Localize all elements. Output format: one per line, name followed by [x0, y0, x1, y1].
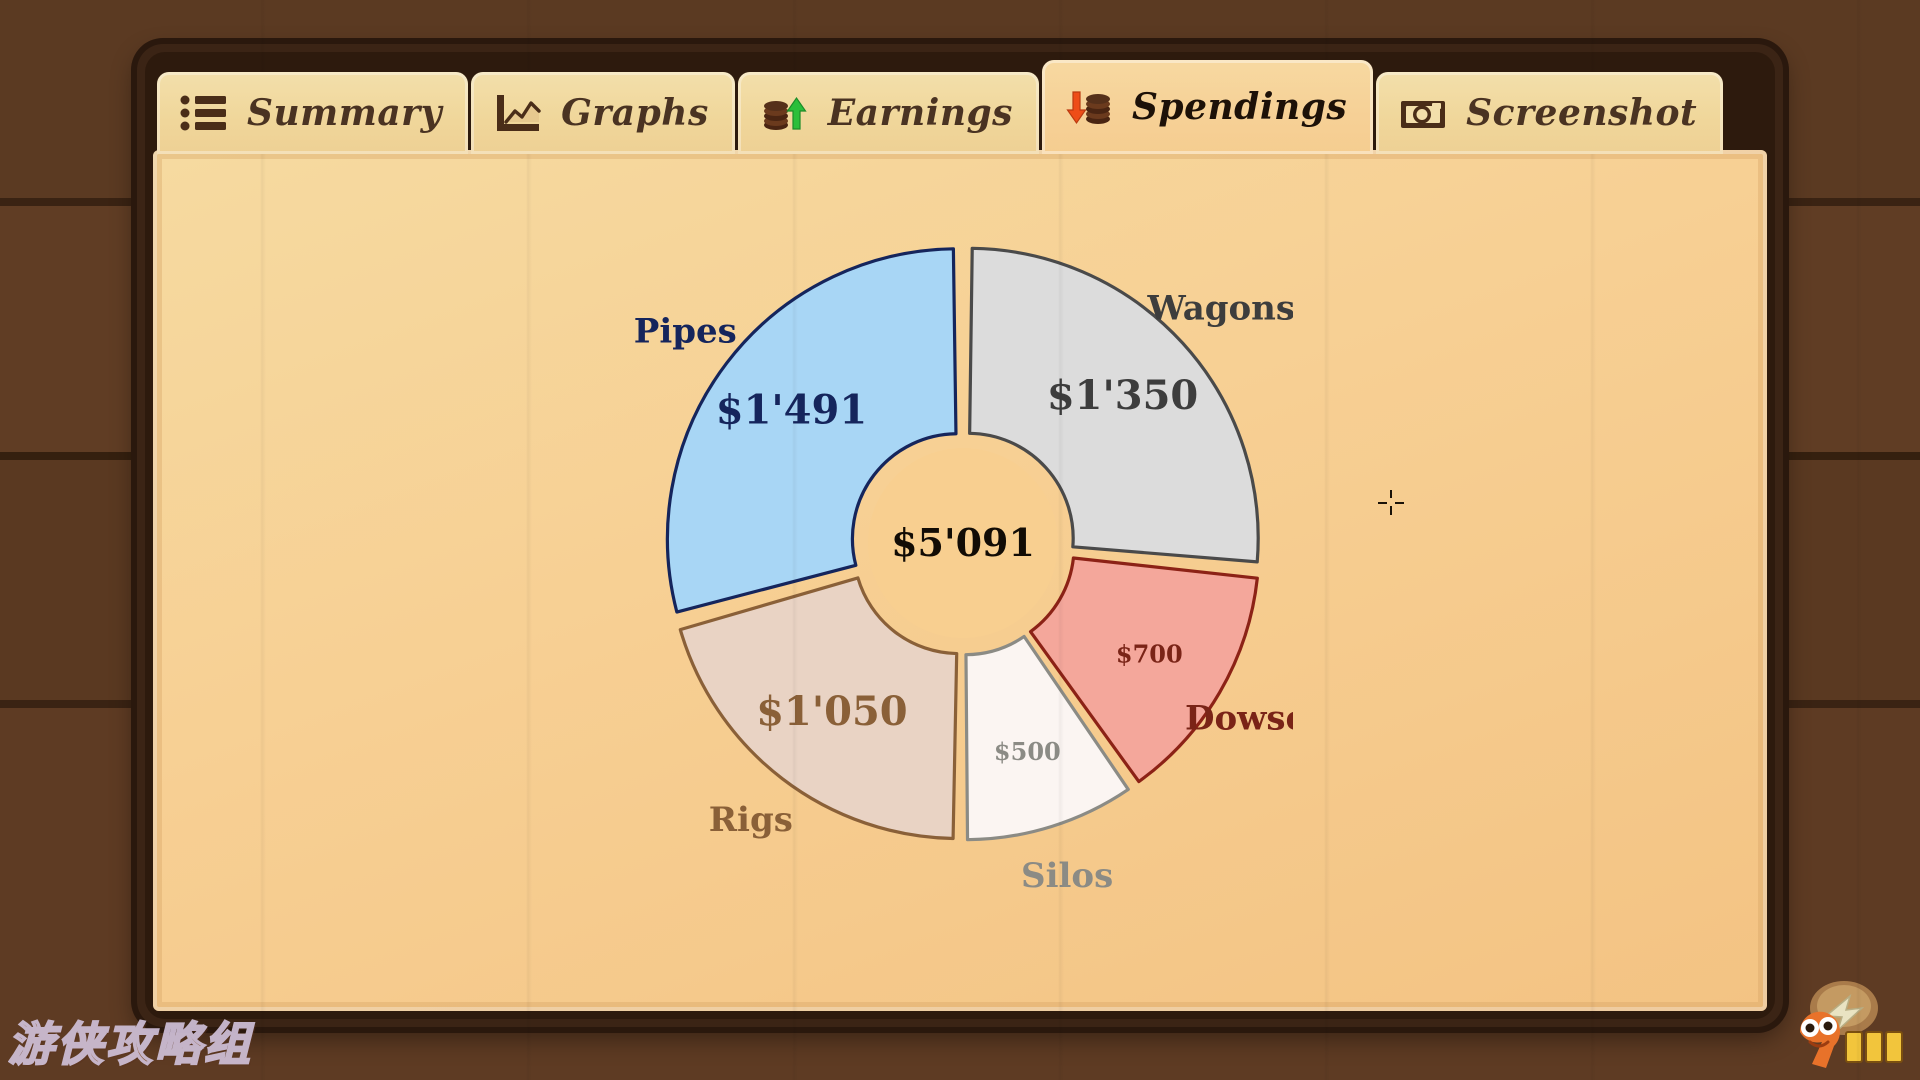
- stats-window: Summary Graphs Earnings Spendings Screen…: [137, 44, 1783, 1027]
- donut-svg: $1'350 Wagons $700 Dowsers $500 Silos $1'050 Ri…: [634, 246, 1293, 888]
- slice-value-wagons: $1'350: [1047, 372, 1198, 419]
- mouse-cursor: [1378, 490, 1404, 516]
- tab-label: Earnings: [827, 92, 1013, 134]
- tab-screenshot[interactable]: Screenshot: [1376, 72, 1724, 154]
- desktop-background: Summary Graphs Earnings Spendings Screen…: [0, 0, 1920, 1080]
- tab-earnings[interactable]: Earnings: [737, 72, 1039, 154]
- tab-spendings[interactable]: Spendings: [1041, 60, 1374, 154]
- slice-label-wagons: Wagons: [1146, 288, 1293, 328]
- watermark-text: 游侠攻略组: [7, 1016, 253, 1072]
- tab-bar: Summary Graphs Earnings Spendings Screen…: [157, 60, 1763, 154]
- slice-label-rigs: Rigs: [709, 800, 793, 840]
- slice-value-rigs: $1'050: [756, 688, 907, 735]
- tab-label: Summary: [247, 92, 443, 134]
- slice-value-silos: $500: [994, 737, 1061, 766]
- coins-up-icon: [763, 96, 807, 130]
- slice-label-dowsers: Dowsers: [1185, 699, 1293, 739]
- tab-summary[interactable]: Summary: [157, 72, 469, 154]
- spendings-donut-chart: $1'350 Wagons $700 Dowsers $500 Silos $1'050 Ri…: [153, 150, 1767, 1011]
- donut-center-total: $5'091: [891, 520, 1035, 565]
- tab-label: Graphs: [561, 92, 709, 134]
- slice-label-pipes: Pipes: [634, 312, 737, 352]
- line-chart-icon: [497, 95, 541, 131]
- 9game-logo-icon: [1799, 981, 1903, 1068]
- spendings-panel: $1'350 Wagons $700 Dowsers $500 Silos $1'050 Ri…: [153, 150, 1767, 1011]
- camera-icon: [1401, 101, 1446, 128]
- window-inner: Summary Graphs Earnings Spendings Screen…: [145, 52, 1775, 1019]
- tab-graphs[interactable]: Graphs: [471, 72, 735, 154]
- tab-label: Spendings: [1131, 86, 1348, 128]
- slice-value-dowsers: $700: [1116, 639, 1183, 668]
- slice-value-pipes: $1'491: [716, 386, 867, 433]
- tab-label: Screenshot: [1466, 92, 1698, 134]
- coins-down-icon: [1066, 91, 1110, 125]
- slice-label-silos: Silos: [1021, 856, 1113, 888]
- list-icon: [180, 95, 226, 131]
